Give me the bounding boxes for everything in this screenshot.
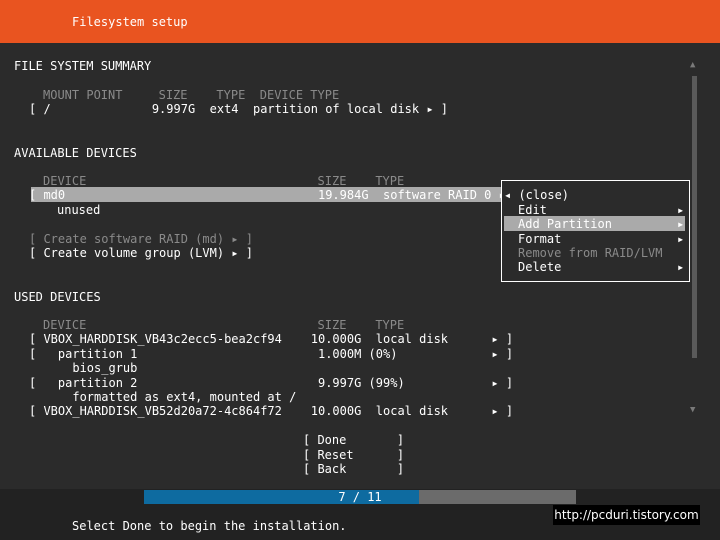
done-button[interactable]: [ Done ] bbox=[303, 433, 404, 447]
reset-button[interactable]: [ Reset ] bbox=[303, 448, 404, 462]
menu-item-remove-from-raid: Remove from RAID/LVM bbox=[518, 246, 663, 260]
partition-usage-label: bios_grub bbox=[29, 361, 138, 375]
create-lvm-button[interactable]: [ Create volume group (LVM) ▸ ] bbox=[29, 246, 253, 260]
used-device-row[interactable]: [ VBOX_HARDDISK_VB52d20a72-4c864f72 10.0… bbox=[29, 404, 513, 418]
scrollbar[interactable] bbox=[692, 76, 697, 358]
available-devices-heading: AVAILABLE DEVICES bbox=[14, 146, 137, 160]
chevron-right-icon: ▸ bbox=[677, 232, 685, 246]
available-devices-columns: DEVICE SIZE TYPE bbox=[43, 174, 405, 188]
back-button[interactable]: [ Back ] bbox=[303, 462, 404, 476]
chevron-right-icon: ▸ bbox=[677, 203, 685, 217]
progress-bar: 7 / 11 bbox=[144, 490, 576, 504]
fs-summary-columns: MOUNT POINT SIZE TYPE DEVICE TYPE bbox=[43, 88, 340, 102]
chevron-right-icon: ▸ bbox=[677, 217, 685, 231]
fs-summary-heading: FILE SYSTEM SUMMARY bbox=[14, 59, 152, 73]
used-device-row[interactable]: [ partition 2 9.997G (99%) ▸ ] bbox=[29, 376, 513, 390]
device-row-md0[interactable]: [ md0 19.984G software RAID 0 ▸ bbox=[29, 188, 506, 202]
progress-text: 7 / 11 bbox=[338, 490, 382, 504]
md0-status: unused bbox=[57, 203, 101, 217]
menu-item-edit[interactable]: Edit bbox=[518, 203, 547, 217]
create-raid-button[interactable]: [ Create software RAID (md) ▸ ] bbox=[29, 232, 253, 246]
scroll-up-icon[interactable]: ▲ bbox=[690, 60, 695, 70]
page-title: Filesystem setup bbox=[72, 15, 188, 29]
used-devices-columns: DEVICE SIZE TYPE bbox=[43, 318, 405, 332]
header-bar: Filesystem setup bbox=[0, 0, 720, 43]
used-device-row[interactable]: [ partition 1 1.000M (0%) ▸ ] bbox=[29, 347, 513, 361]
partition-usage-label: formatted as ext4, mounted at / bbox=[29, 390, 297, 404]
used-devices-heading: USED DEVICES bbox=[14, 290, 101, 304]
menu-item-close[interactable]: ◂ (close) bbox=[504, 188, 569, 202]
status-message: Select Done to begin the installation. bbox=[72, 519, 347, 533]
watermark: http://pcduri.tistory.com bbox=[553, 505, 700, 525]
scroll-down-icon[interactable]: ▼ bbox=[690, 405, 695, 415]
fs-summary-row-root[interactable]: [ / 9.997G ext4 partition of local disk … bbox=[29, 102, 448, 116]
menu-item-format[interactable]: Format bbox=[518, 232, 561, 246]
chevron-right-icon: ▸ bbox=[677, 260, 685, 274]
used-device-row[interactable]: [ VBOX_HARDDISK_VB43c2ecc5-bea2cf94 10.0… bbox=[29, 332, 513, 346]
menu-item-delete[interactable]: Delete bbox=[518, 260, 561, 274]
menu-item-add-partition[interactable]: Add Partition bbox=[518, 217, 612, 231]
